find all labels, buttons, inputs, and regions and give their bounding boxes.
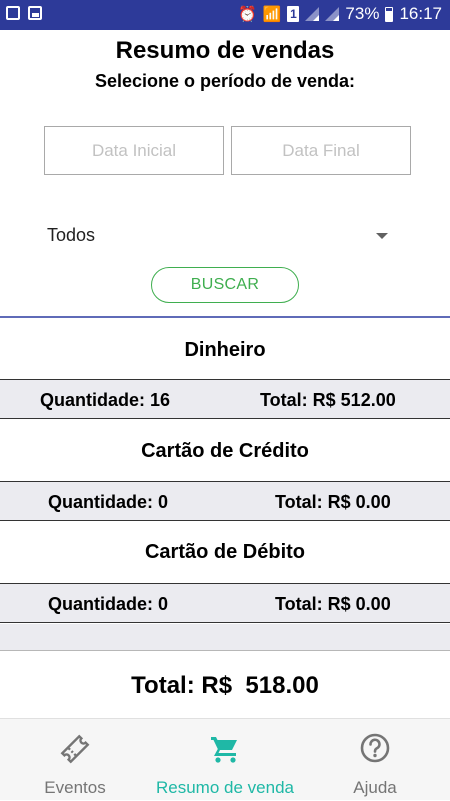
section-divider: [0, 316, 450, 318]
cart-icon: [211, 737, 237, 763]
nav-item-ajuda[interactable]: Ajuda: [300, 719, 450, 801]
signal-icon: [305, 7, 320, 21]
debit-total: Total: R$ 0.00: [275, 594, 391, 614]
nav-label-ajuda: Ajuda: [353, 778, 397, 797]
image-icon: [28, 6, 42, 20]
bottom-navigation: Eventos Resumo de venda Ajuda: [0, 718, 450, 800]
notification-icons: [6, 6, 42, 20]
battery-icon: [385, 6, 394, 22]
end-date-input[interactable]: [231, 126, 411, 175]
status-bar: ⏰ 📶 1 73% 16:17: [0, 0, 450, 30]
dropdown-arrow-icon: [376, 233, 388, 239]
help-circle-icon: [360, 733, 390, 763]
payment-type-select[interactable]: Todos: [47, 222, 392, 252]
spacer-band: [0, 624, 450, 651]
search-button[interactable]: BUSCAR: [151, 267, 299, 303]
cash-total: Total: R$ 512.00: [260, 390, 396, 410]
payment-title-credit: Cartão de Crédito: [141, 440, 309, 462]
sim-icon: 1: [287, 6, 300, 22]
payment-title-cash: Dinheiro: [184, 339, 266, 361]
start-date-input[interactable]: [44, 126, 224, 175]
credit-total: Total: R$ 0.00: [275, 492, 391, 512]
screen-icon: [6, 6, 20, 20]
credit-quantity: Quantidade: 0: [48, 492, 169, 512]
payment-row-credit: Quantidade: 0 Total: R$ 0.00: [0, 481, 450, 521]
nav-item-resumo[interactable]: Resumo de venda: [150, 719, 300, 801]
page-title: Resumo de vendas: [115, 37, 335, 64]
payment-row-cash: Quantidade: 16 Total: R$ 512.00: [0, 379, 450, 419]
nav-label-resumo: Resumo de venda: [156, 778, 294, 797]
ticket-icon: [60, 734, 90, 764]
payment-title-debit: Cartão de Débito: [144, 541, 306, 563]
nav-item-eventos[interactable]: Eventos: [0, 719, 150, 801]
system-icons: ⏰ 📶 1 73% 16:17: [238, 4, 442, 24]
select-value: Todos: [47, 225, 96, 245]
payment-row-debit: Quantidade: 0 Total: R$ 0.00: [0, 583, 450, 623]
cash-quantity: Quantidade: 16: [40, 390, 171, 410]
grand-total: Total: R$ 518.00: [131, 672, 319, 699]
debit-quantity: Quantidade: 0: [48, 594, 169, 614]
clock: 16:17: [399, 4, 442, 23]
nav-label-eventos: Eventos: [44, 778, 106, 797]
page-subtitle: Selecione o período de venda:: [94, 71, 356, 91]
alarm-icon: ⏰: [238, 6, 257, 23]
signal-icon-2: [325, 7, 340, 21]
wifi-icon: 📶: [262, 6, 282, 23]
battery-percent: 73%: [345, 4, 380, 23]
